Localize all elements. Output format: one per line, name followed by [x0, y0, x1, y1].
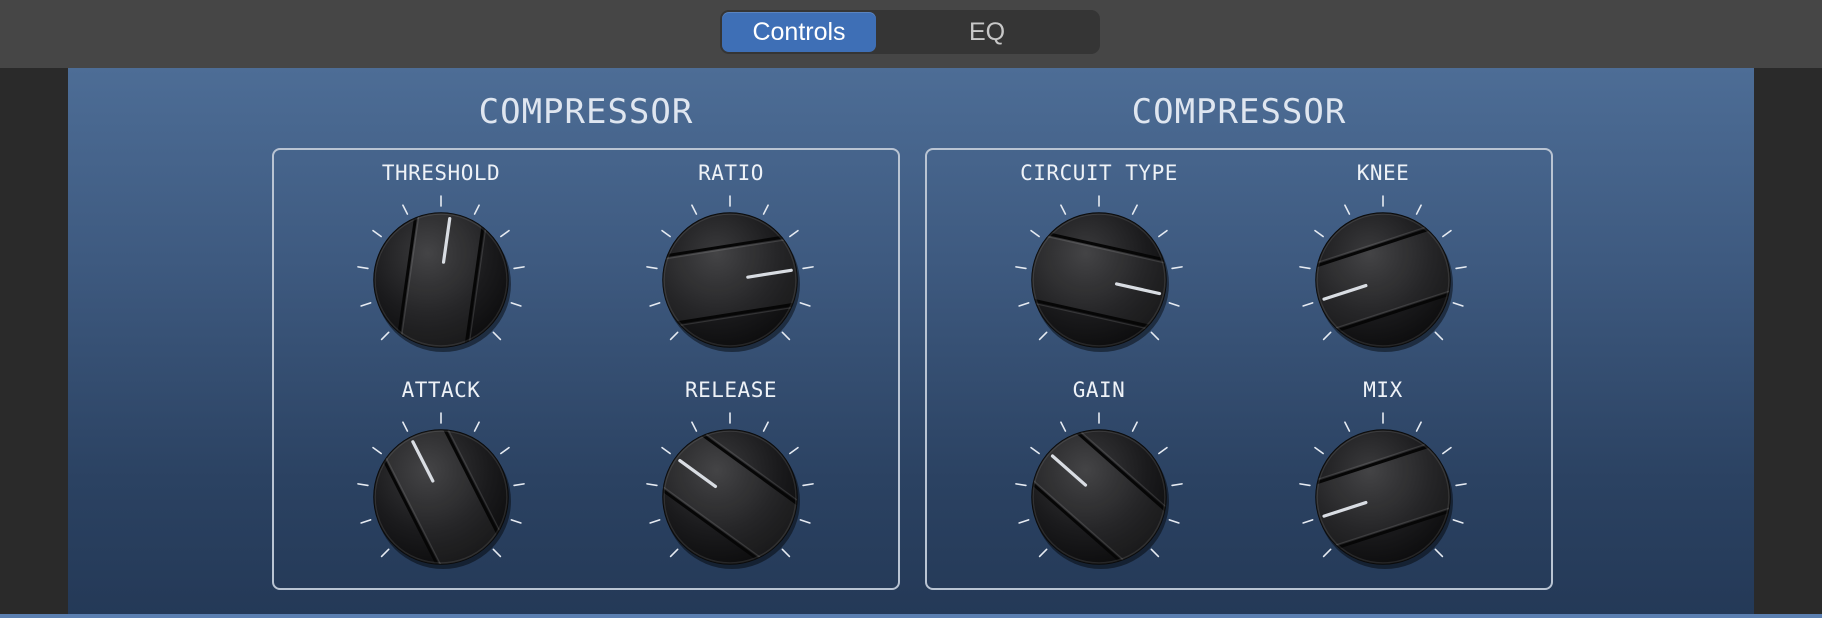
knob-tick — [372, 446, 382, 455]
section-title-compressor-1: COMPRESSOR — [478, 92, 694, 132]
window-left-margin — [0, 68, 68, 618]
knob-tick — [661, 446, 671, 455]
knob-tick — [1030, 229, 1040, 238]
knob-tick — [781, 331, 791, 341]
knob-tick — [473, 204, 480, 215]
knob-tick — [1415, 204, 1422, 215]
knob-tick — [500, 229, 510, 238]
knob-tick — [661, 229, 671, 238]
knob-tick — [1322, 331, 1332, 341]
knob-tick — [1158, 446, 1168, 455]
threshold-knob[interactable] — [357, 195, 525, 360]
knob-tick — [1131, 204, 1138, 215]
knob-label-release: RELEASE — [684, 378, 777, 402]
knob-tick — [1415, 421, 1422, 432]
knob-tick — [781, 548, 791, 558]
knob-tick — [799, 302, 811, 307]
knob-tick — [473, 421, 480, 432]
knob-tick — [1168, 302, 1180, 307]
knob-tick — [1302, 519, 1314, 524]
knob-tick — [1314, 229, 1324, 238]
knob-tick — [1158, 229, 1168, 238]
knob-tick — [1150, 331, 1160, 341]
knob-tick — [380, 548, 390, 558]
knob-tick — [691, 204, 698, 215]
knob-tick — [1442, 229, 1452, 238]
knob-tick — [1038, 331, 1048, 341]
knob-tick — [1322, 548, 1332, 558]
view-switcher: Controls EQ — [720, 10, 1100, 54]
knob-tick — [492, 331, 502, 341]
knob-tick — [1452, 302, 1464, 307]
knob-tick — [372, 229, 382, 238]
knob-tick — [669, 548, 679, 558]
knob-label-ratio: RATIO — [698, 161, 764, 185]
knob-tick — [1131, 421, 1138, 432]
section-title-compressor-2: COMPRESSOR — [1131, 92, 1347, 132]
knob-tick — [1434, 331, 1444, 341]
knob-tick — [1018, 302, 1030, 307]
knee-knob[interactable] — [1298, 195, 1468, 360]
knob-tick — [492, 548, 502, 558]
toolbar: Controls EQ — [0, 0, 1822, 69]
knob-tick — [691, 421, 698, 432]
knob-tick — [1018, 519, 1030, 524]
knob-label-attack: ATTACK — [401, 378, 481, 402]
knob-tick — [1038, 548, 1048, 558]
knob-tick — [1344, 421, 1351, 432]
attack-knob[interactable] — [357, 408, 525, 585]
knob-tick — [510, 302, 522, 307]
knob-label-knee: KNEE — [1356, 161, 1410, 185]
knob-tick — [1302, 302, 1314, 307]
knob-tick — [762, 421, 769, 432]
knob-tick — [1434, 548, 1444, 558]
knob-tick — [402, 421, 409, 432]
knob-tick — [649, 302, 661, 307]
knob-tick — [360, 302, 372, 307]
knob-tick — [789, 229, 799, 238]
circuit-type-knob[interactable] — [1015, 195, 1183, 360]
knob-tick — [380, 331, 390, 341]
window-right-margin — [1754, 68, 1822, 618]
knob-tick — [1452, 519, 1464, 524]
knob-label-mix: MIX — [1363, 378, 1403, 402]
knob-tick — [669, 331, 679, 341]
gain-knob[interactable] — [1015, 412, 1184, 577]
knob-tick — [1442, 446, 1452, 455]
knob-tick — [500, 446, 510, 455]
knob-tick — [799, 519, 811, 524]
tab-controls[interactable]: Controls — [722, 12, 876, 52]
knob-tick — [1344, 204, 1351, 215]
knob-tick — [649, 519, 661, 524]
knob-tick — [1060, 204, 1067, 215]
bottom-accent-line — [0, 614, 1822, 618]
release-knob[interactable] — [644, 412, 817, 577]
knob-tick — [1150, 548, 1160, 558]
knob-tick — [402, 204, 409, 215]
knob-tick — [1168, 519, 1180, 524]
knob-label-gain: GAIN — [1072, 378, 1126, 402]
knob-label-circuit-type: CIRCUIT TYPE — [1020, 161, 1178, 185]
knob-tick — [762, 204, 769, 215]
knob-tick — [510, 519, 522, 524]
mix-knob[interactable] — [1298, 412, 1468, 577]
knob-tick — [360, 519, 372, 524]
knob-tick — [789, 446, 799, 455]
ratio-knob[interactable] — [646, 195, 814, 360]
knob-tick — [1314, 446, 1324, 455]
tab-eq[interactable]: EQ — [876, 12, 1098, 52]
knob-tick — [1060, 421, 1067, 432]
knob-label-threshold: THRESHOLD — [381, 161, 501, 185]
knob-tick — [1030, 446, 1040, 455]
